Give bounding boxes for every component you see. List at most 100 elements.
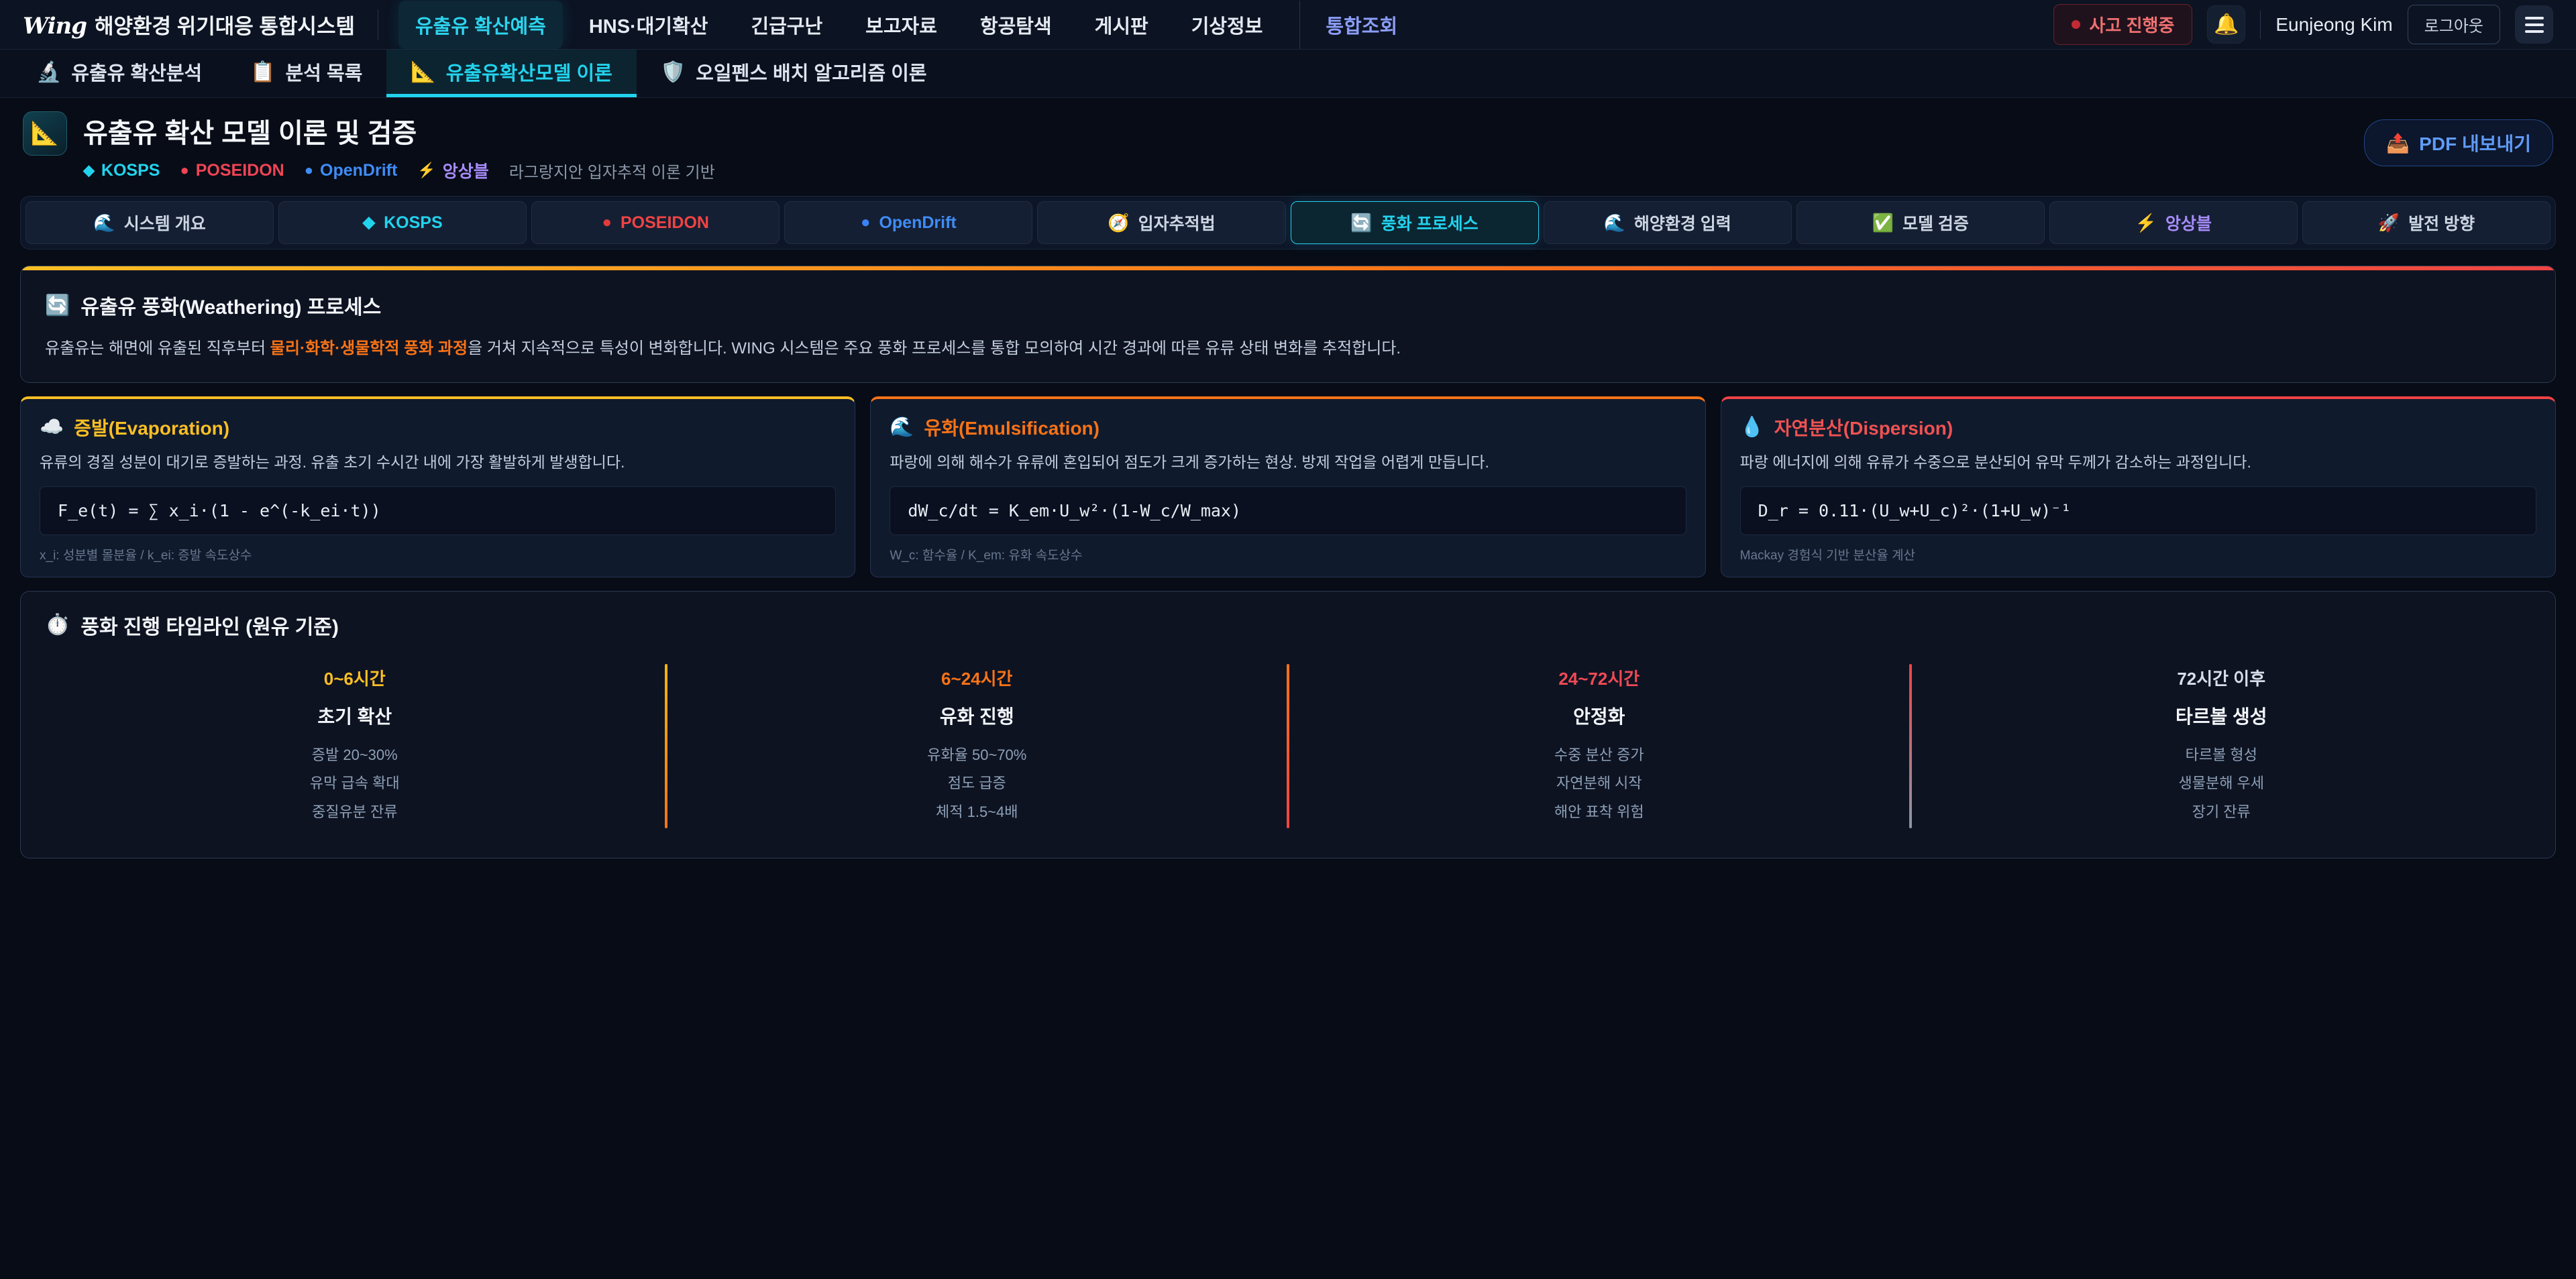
badge-poseidon: ● POSEIDON [180,161,284,180]
card-title-text: 유화(Emulsification) [924,414,1099,441]
hamburger-icon [2525,17,2544,33]
menu-button[interactable] [2515,5,2553,44]
tab-model-validation[interactable]: ✅ 모델 검증 [1796,201,2045,244]
card-evaporation: ☁️ 증발(Evaporation) 유류의 경질 성분이 대기로 증발하는 과… [20,396,855,577]
incident-status-badge: 사고 진행중 [2053,4,2193,45]
subtab-oilfence-algorithm[interactable]: 🛡️ 오일펜스 배치 알고리즘 이론 [637,50,951,97]
stage-detail: 증발 20~30% [61,741,649,770]
nav-item-board[interactable]: 게시판 [1078,1,1165,49]
tab-poseidon[interactable]: ● POSEIDON [531,201,780,244]
notification-bell-button[interactable]: 🔔 [2207,5,2245,44]
system-name: 해양환경 위기대응 통합시스템 [95,9,355,40]
subtab-label: 분석 목록 [286,58,363,86]
diamond-icon: ◆ [83,162,95,179]
tab-label: KOSPS [384,213,443,233]
stage-detail: 자연분해 시작 [1305,769,1893,798]
topnav-left: Wing 해양환경 위기대응 통합시스템 유출유 확산예측 HNS·대기확산 긴… [23,1,1414,49]
nav-item-hns-atmospheric[interactable]: HNS·대기확산 [572,1,725,49]
nav-item-integrated-search[interactable]: 통합조회 [1299,1,1414,49]
card-description: 유류의 경질 성분이 대기로 증발하는 과정. 유출 초기 수시간 내에 가장 … [40,451,836,474]
bell-icon: 🔔 [2214,13,2239,36]
cloud-icon: ☁️ [40,416,64,439]
tab-system-overview[interactable]: 🌊 시스템 개요 [25,201,274,244]
compass-icon: 🧭 [1108,213,1129,233]
wave-icon: 🌊 [93,213,115,233]
stage-detail: 유막 급속 확대 [61,769,649,798]
subtab-analysis-list[interactable]: 📋 분석 목록 [226,50,386,97]
tab-ensemble[interactable]: ⚡ 앙상블 [2049,201,2298,244]
tab-label: 풍화 프로세스 [1381,211,1479,235]
tab-label: 시스템 개요 [124,211,206,235]
subtab-model-theory[interactable]: 📐 유출유확산모델 이론 [386,50,637,97]
stage-detail: 해안 표착 위험 [1305,798,1893,827]
blue-dot-icon: ● [305,162,313,179]
timeline-title: ⏱️ 풍화 진행 타임라인 (원유 기준) [45,610,2531,640]
nav-item-weather-info[interactable]: 기상정보 [1175,1,1280,49]
main-content: 📐 유출유 확산 모델 이론 및 검증 ◆ KOSPS ● POSEIDON [0,98,2576,858]
stage-detail: 장기 잔류 [1928,798,2516,827]
card-title-text: 자연분산(Dispersion) [1774,414,1953,441]
stage-detail: 수중 분산 증가 [1305,741,1893,770]
microscope-icon: 🔬 [36,60,61,84]
stage-time: 72시간 이후 [1928,665,2516,690]
app-logo[interactable]: Wing 해양환경 위기대응 통합시스템 [23,9,378,40]
status-dot-icon [2072,20,2080,29]
page-header: 📐 유출유 확산 모델 이론 및 검증 ◆ KOSPS ● POSEIDON [20,111,2556,182]
logout-button[interactable]: 로그아웃 [2408,5,2500,44]
export-icon: 📤 [2386,132,2410,154]
tab-opendrift[interactable]: ● OpenDrift [784,201,1032,244]
wing-logo-text: Wing [23,13,87,40]
stage-time: 24~72시간 [1305,665,1893,690]
stage-detail: 중질유분 잔류 [61,798,649,827]
badge-label: OpenDrift [320,161,397,180]
tab-future-direction[interactable]: 🚀 발전 방향 [2302,201,2551,244]
nav-item-emergency-rescue[interactable]: 긴급구난 [734,1,839,49]
stage-time: 6~24시간 [684,665,1271,690]
stage-detail: 타르볼 형성 [1928,741,2516,770]
user-name: Eunjeong Kim [2275,14,2392,36]
weathering-description: 유출유는 해면에 유출된 직후부터 물리·화학·생물학적 풍화 과정을 거쳐 지… [45,336,2531,361]
badge-label: 앙상블 [443,158,489,182]
formula-box-evaporation: F_e(t) = ∑ x_i·(1 - e^(-k_ei·t)) [40,486,836,535]
droplet-icon: 💧 [1740,416,1764,439]
badge-ensemble: ⚡ 앙상블 [417,158,488,182]
card-description: 파랑 에너지에 의해 유류가 수중으로 분산되어 유막 두께가 감소하는 과정입… [1740,451,2536,474]
lightning-icon: ⚡ [417,162,435,179]
tab-label: OpenDrift [879,213,956,233]
tab-ocean-environment-input[interactable]: 🌊 해양환경 입력 [1544,201,1792,244]
model-badge-row: ◆ KOSPS ● POSEIDON ● OpenDrift ⚡ [83,158,715,182]
red-dot-icon: ● [180,162,189,179]
lightning-icon: ⚡ [2135,213,2157,233]
page-title-block: 유출유 확산 모델 이론 및 검증 ◆ KOSPS ● POSEIDON ● O [83,111,715,182]
stage-name: 안정화 [1305,702,1893,729]
pdf-export-button[interactable]: 📤 PDF 내보내기 [2364,119,2553,166]
tab-weathering-process[interactable]: 🔄 풍화 프로세스 [1291,201,1539,244]
timeline-stage-tarball: 72시간 이후 타르볼 생성 타르볼 형성 생물분해 우세 장기 잔류 [1912,660,2532,833]
blue-dot-icon: ● [861,215,871,231]
timeline-grid: 0~6시간 초기 확산 증발 20~30% 유막 급속 확대 중질유분 잔류 6… [45,660,2531,833]
tab-particle-tracking[interactable]: 🧭 입자추적법 [1037,201,1285,244]
stage-detail: 생물분해 우세 [1928,769,2516,798]
nav-item-oil-spill-prediction[interactable]: 유출유 확산예측 [398,1,563,49]
badge-opendrift: ● OpenDrift [305,161,398,180]
top-navigation-bar: Wing 해양환경 위기대응 통합시스템 유출유 확산예측 HNS·대기확산 긴… [0,0,2576,50]
description-text: 을 거쳐 지속적으로 특성이 변화합니다. WING 시스템은 주요 풍화 프로… [468,339,1401,357]
nav-item-aerial-search[interactable]: 항공탐색 [963,1,1069,49]
subtab-label: 유출유확산모델 이론 [446,58,612,86]
page-subtitle: 라그랑지안 입자추적 이론 기반 [509,159,715,182]
main-nav: 유출유 확산예측 HNS·대기확산 긴급구난 보고자료 항공탐색 게시판 기상정… [398,1,1414,49]
description-text: 유출유는 해면에 유출된 직후부터 [45,339,270,357]
card-title-emulsification: 🌊 유화(Emulsification) [890,414,1686,441]
incident-status-label: 사고 진행중 [2090,12,2175,37]
subtab-spill-analysis[interactable]: 🔬 유출유 확산분석 [12,50,226,97]
subtab-label: 오일펜스 배치 알고리즘 이론 [696,58,926,86]
nav-item-reports[interactable]: 보고자료 [849,1,954,49]
page-icon-box: 📐 [23,111,67,156]
refresh-icon: 🔄 [1350,213,1372,233]
section-title-text: 풍화 진행 타임라인 (원유 기준) [80,610,339,640]
tab-kosps[interactable]: ◆ KOSPS [278,201,527,244]
topnav-right: 사고 진행중 🔔 Eunjeong Kim 로그아웃 [2053,4,2554,45]
badge-kosps: ◆ KOSPS [83,161,160,180]
stage-detail: 유화율 50~70% [684,741,1271,770]
rocket-icon: 🚀 [2378,213,2400,233]
